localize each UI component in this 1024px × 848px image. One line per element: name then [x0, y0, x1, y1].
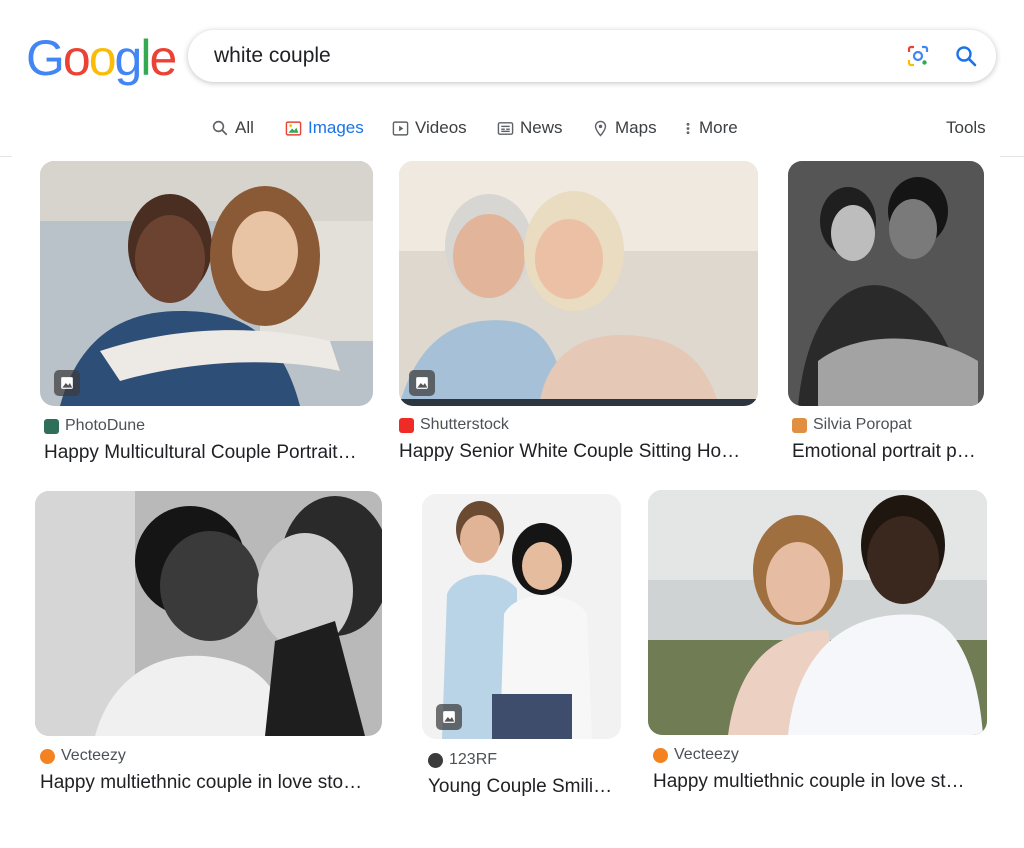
photo-placeholder: [40, 161, 373, 406]
photodune-favicon-icon: [44, 418, 59, 434]
google-logo[interactable]: Google: [26, 30, 177, 86]
tab-label: Images: [308, 118, 364, 137]
tab-label: Videos: [415, 118, 467, 137]
source-name: 123RF: [449, 751, 498, 768]
result-source[interactable]: Vecteezy: [653, 746, 739, 764]
photo-placeholder: [35, 491, 382, 736]
result-image[interactable]: [399, 161, 758, 406]
tab-news[interactable]: News: [497, 118, 563, 138]
result-title[interactable]: Happy Senior White Couple Sitting Ho…: [399, 441, 759, 463]
logo-letter: o: [62, 30, 91, 86]
search-input[interactable]: white couple: [214, 44, 331, 68]
source-name: Shutterstock: [420, 416, 509, 433]
tab-label: News: [520, 118, 563, 137]
photo-placeholder: [648, 490, 987, 735]
search-icon: [212, 120, 228, 136]
result-image[interactable]: [35, 491, 382, 736]
logo-letter: l: [140, 30, 151, 86]
source-name: PhotoDune: [65, 417, 146, 434]
result-title[interactable]: Happy multiethnic couple in love sto…: [40, 772, 385, 794]
search-tabs: All Images Videos News Maps More Tools: [0, 118, 1024, 142]
photo-placeholder: [399, 161, 758, 406]
photo-placeholder: [788, 161, 984, 406]
result-image[interactable]: [40, 161, 373, 406]
photo-placeholder: [422, 494, 621, 739]
result-image[interactable]: [788, 161, 984, 406]
tab-videos[interactable]: Videos: [392, 118, 467, 138]
tab-label: Maps: [615, 118, 657, 137]
image-badge-icon: [436, 704, 462, 730]
newspaper-icon: [497, 121, 514, 135]
result-title[interactable]: Emotional portrait p…: [792, 441, 988, 463]
result-image[interactable]: [648, 490, 987, 735]
vecteezy-favicon-icon: [40, 748, 55, 764]
search-box[interactable]: white couple: [188, 30, 996, 82]
vecteezy-favicon-icon: [653, 747, 668, 763]
source-name: Vecteezy: [674, 746, 739, 763]
tab-label: More: [699, 118, 738, 137]
play-icon: [392, 120, 409, 136]
source-name: Vecteezy: [61, 747, 126, 764]
123rf-favicon-icon: [428, 752, 443, 768]
tab-images[interactable]: Images: [285, 118, 364, 138]
google-lens-icon[interactable]: [906, 44, 930, 68]
shutterstock-favicon-icon: [399, 417, 414, 433]
result-source[interactable]: Silvia Poropat: [792, 416, 912, 434]
tab-label: All: [235, 118, 254, 137]
image-badge-icon: [409, 370, 435, 396]
result-title[interactable]: Happy multiethnic couple in love st…: [653, 771, 988, 793]
image-icon: [285, 120, 302, 136]
logo-letter: e: [149, 30, 177, 86]
result-source[interactable]: Vecteezy: [40, 747, 126, 765]
logo-letter: g: [114, 30, 143, 86]
divider: [0, 156, 12, 157]
result-source[interactable]: PhotoDune: [44, 417, 145, 435]
result-image[interactable]: [422, 494, 621, 739]
tab-maps[interactable]: Maps: [592, 118, 657, 138]
result-source[interactable]: 123RF: [428, 751, 497, 769]
search-button[interactable]: [954, 44, 978, 68]
divider: [1000, 156, 1024, 157]
tools-button[interactable]: Tools: [946, 118, 986, 138]
result-source[interactable]: Shutterstock: [399, 416, 509, 434]
result-title[interactable]: Young Couple Smili…: [428, 776, 624, 798]
logo-letter: o: [88, 30, 117, 86]
image-badge-icon: [54, 370, 80, 396]
more-vertical-icon: [686, 122, 690, 134]
result-title[interactable]: Happy Multicultural Couple Portrait…: [44, 442, 374, 464]
map-pin-icon: [594, 120, 607, 137]
tab-all[interactable]: All: [211, 118, 254, 138]
tab-more[interactable]: More: [683, 118, 738, 138]
logo-letter: G: [26, 30, 65, 86]
silvia-poropat-favicon-icon: [792, 417, 807, 433]
tools-label: Tools: [946, 118, 986, 137]
magnifier-icon: [956, 46, 977, 67]
source-name: Silvia Poropat: [813, 416, 912, 433]
